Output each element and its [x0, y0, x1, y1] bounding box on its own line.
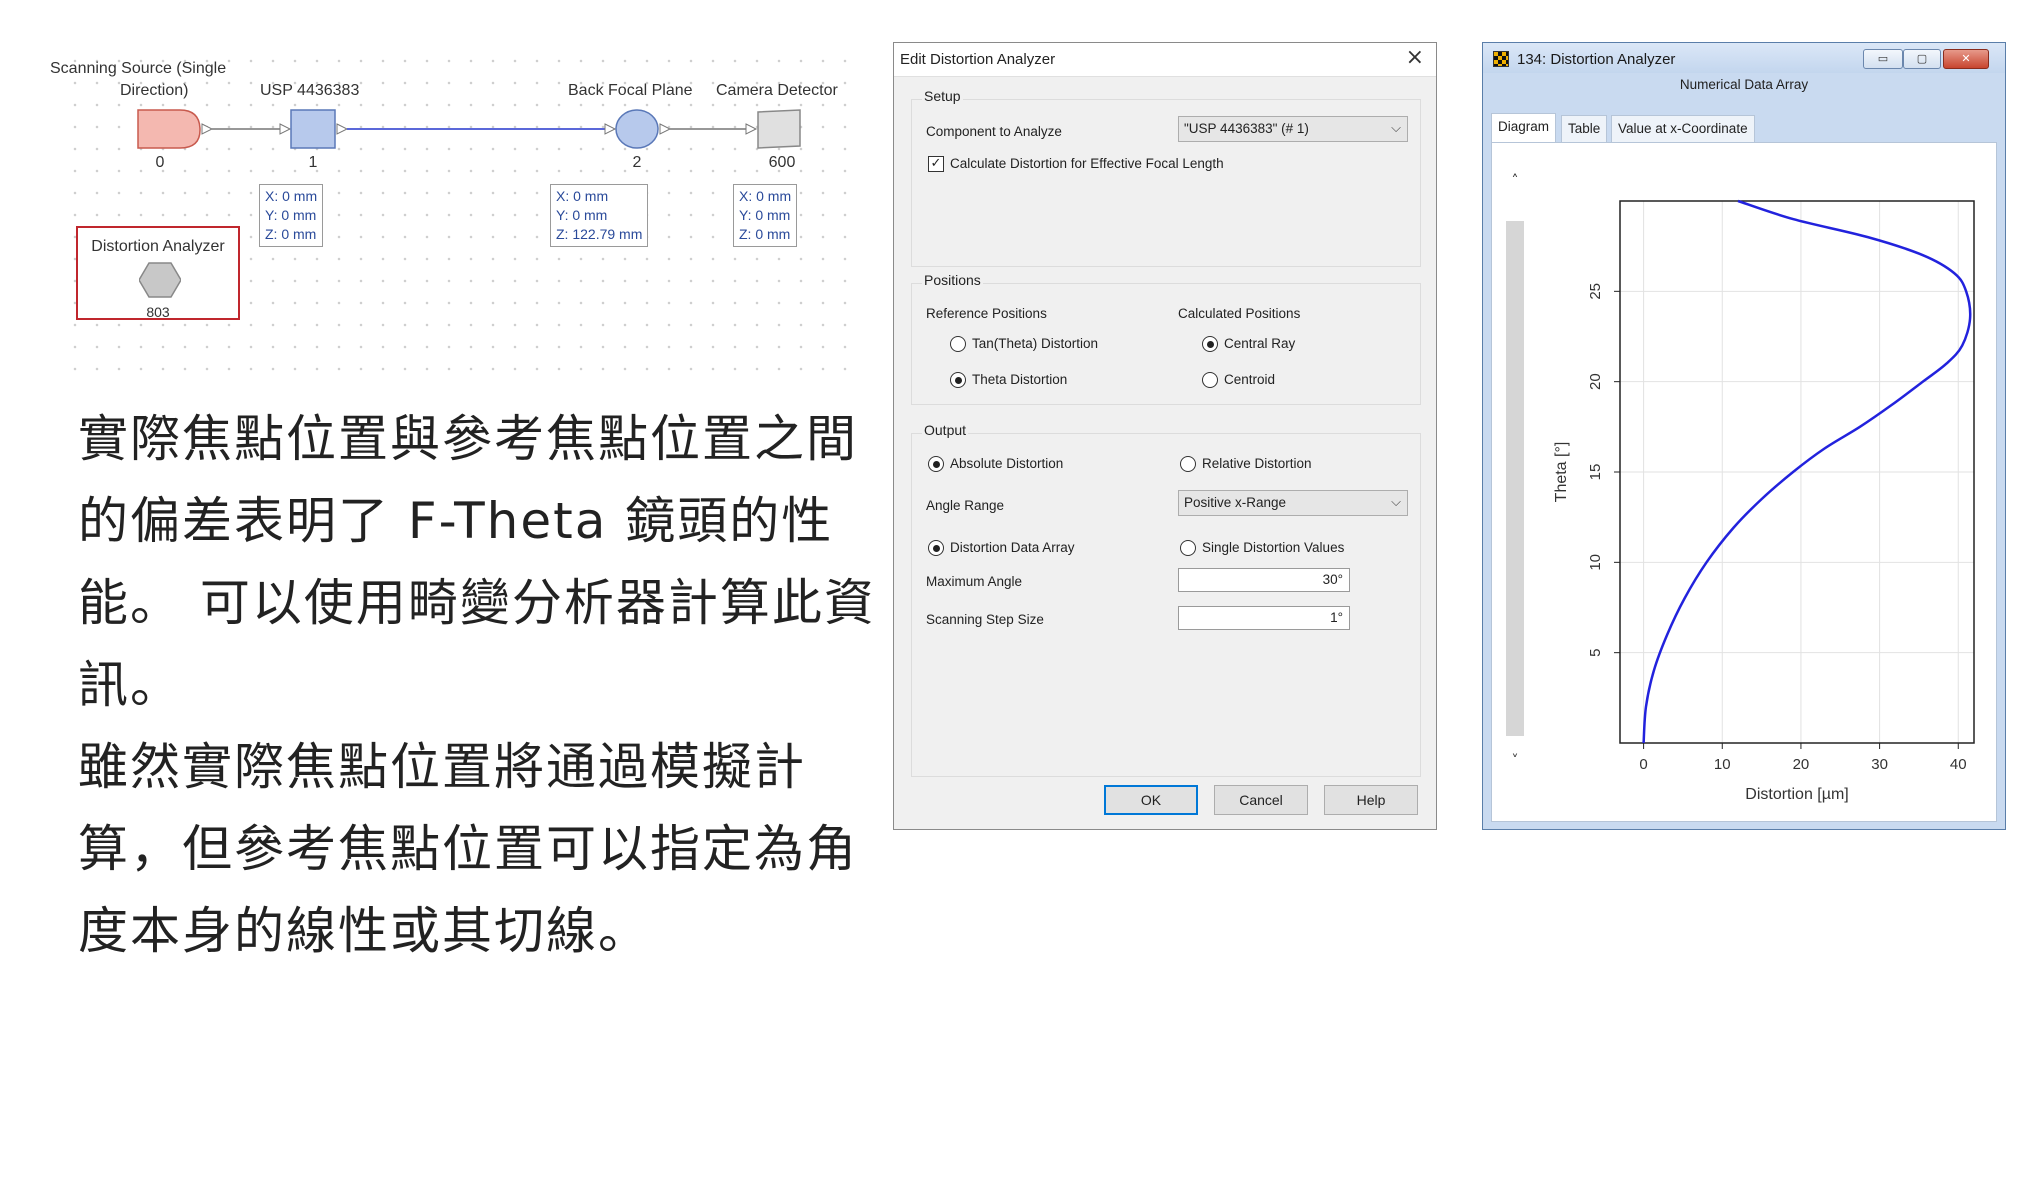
calc-focal-checkbox[interactable]: ✓ [928, 156, 944, 172]
y-tick-label: 25 [1587, 283, 1604, 300]
component-label: Component to Analyze [926, 124, 1062, 139]
minimize-button[interactable]: ▭ [1863, 49, 1903, 69]
angle-range-select[interactable]: Positive x-Range ⌵ [1178, 490, 1408, 516]
relative-distortion-label: Relative Distortion [1202, 456, 1312, 471]
scroll-up-icon[interactable]: ˄ [1504, 173, 1526, 189]
distortion-analyzer-node[interactable]: Distortion Analyzer 803 [76, 226, 240, 320]
edit-distortion-analyzer-dialog: Edit Distortion Analyzer × Setup Compone… [893, 42, 1437, 830]
x-tick-label: 10 [1714, 756, 1731, 773]
ok-button[interactable]: OK [1104, 785, 1198, 815]
help-button[interactable]: Help [1324, 785, 1418, 815]
lens-coordinates: X: 0 mm Y: 0 mm Z: 0 mm [259, 184, 324, 247]
tab-table[interactable]: Table [1561, 115, 1608, 143]
calculated-positions-label: Calculated Positions [1178, 306, 1301, 321]
tan-theta-label: Tan(Theta) Distortion [972, 336, 1099, 351]
analyzer-index: 803 [146, 304, 170, 320]
paragraph-1: 實際焦點位置與參考焦點位置之間的偏差表明了 F-Theta 鏡頭的性能。 可以使… [78, 410, 876, 714]
tan-theta-radio[interactable] [950, 336, 966, 352]
focal-plane-index: 2 [632, 154, 642, 171]
maximize-button[interactable]: ▢ [1903, 49, 1941, 69]
window-title: 134: Distortion Analyzer [1517, 51, 1676, 68]
dialog-title: Edit Distortion Analyzer [900, 51, 1056, 68]
source-icon[interactable] [137, 109, 201, 149]
analyzer-icon [139, 262, 181, 298]
source-index: 0 [155, 154, 165, 171]
tab-value-at-x[interactable]: Value at x-Coordinate [1611, 115, 1755, 143]
focal-plane-coordinates: X: 0 mm Y: 0 mm Z: 122.79 mm [550, 184, 649, 247]
max-angle-input[interactable]: 30° [1178, 568, 1350, 592]
detector-coordinates: X: 0 mm Y: 0 mm Z: 0 mm [733, 184, 798, 247]
window-titlebar: 134: Distortion Analyzer ▭ ▢ ✕ [1483, 43, 2005, 73]
x-tick-label: 20 [1793, 756, 1810, 773]
distortion-analyzer-window: 134: Distortion Analyzer ▭ ▢ ✕ Numerical… [1482, 42, 2006, 830]
cancel-button[interactable]: Cancel [1214, 785, 1308, 815]
setup-label: Setup [922, 88, 963, 104]
data-array-label: Distortion Data Array [950, 540, 1075, 555]
lens-icon[interactable] [290, 109, 336, 149]
absolute-distortion-radio[interactable] [928, 456, 944, 472]
distortion-chart: 0 10 20 30 40 5 10 15 20 25 Distortion [µm] Theta [… [1553, 199, 1975, 803]
y-tick-label: 15 [1587, 464, 1604, 481]
dialog-titlebar: Edit Distortion Analyzer × [894, 43, 1436, 77]
window-close-button[interactable]: ✕ [1943, 49, 1989, 69]
y-tick-label: 10 [1587, 554, 1604, 571]
focal-plane-icon[interactable] [615, 109, 659, 149]
scrollbar-thumb[interactable] [1506, 221, 1524, 736]
chevron-down-icon: ⌵ [1391, 120, 1401, 135]
app-icon [1493, 51, 1509, 67]
x-tick-label: 0 [1639, 756, 1647, 773]
close-icon[interactable]: × [1406, 45, 1424, 70]
chevron-down-icon: ⌵ [1391, 494, 1401, 509]
central-ray-radio[interactable] [1202, 336, 1218, 352]
scroll-down-icon[interactable]: ˅ [1504, 753, 1526, 769]
absolute-distortion-label: Absolute Distortion [950, 456, 1064, 471]
view-tabs: Diagram Table Value at x-Coordinate [1491, 113, 1997, 143]
y-axis-label: Theta [°] [1553, 442, 1570, 503]
data-array-radio[interactable] [928, 540, 944, 556]
tab-diagram[interactable]: Diagram [1491, 113, 1557, 143]
component-chain [137, 109, 801, 149]
x-tick-label: 30 [1871, 756, 1888, 773]
single-values-label: Single Distortion Values [1202, 540, 1345, 555]
window-subtitle: Numerical Data Array [1679, 77, 1809, 92]
step-size-input[interactable]: 1° [1178, 606, 1350, 630]
single-values-radio[interactable] [1180, 540, 1196, 556]
description-text: 實際焦點位置與參考焦點位置之間的偏差表明了 F-Theta 鏡頭的性能。 可以使… [78, 398, 888, 972]
y-tick-label: 5 [1587, 648, 1604, 656]
diagram-panel: ˄ ˅ 0 10 20 30 40 5 10 15 20 25 Distortion [µm] The… [1491, 142, 1997, 822]
vertical-scrollbar[interactable]: ˄ ˅ [1504, 163, 1526, 783]
x-tick-label: 40 [1950, 756, 1967, 773]
calc-focal-label: Calculate Distortion for Effective Focal… [950, 156, 1224, 171]
y-tick-label: 20 [1587, 373, 1604, 390]
setup-group: Setup Component to Analyze "USP 4436383"… [911, 88, 1421, 267]
analyzer-label: Distortion Analyzer [91, 238, 225, 255]
lens-index: 1 [308, 154, 318, 171]
component-select[interactable]: "USP 4436383" (# 1) ⌵ [1178, 116, 1408, 142]
output-label: Output [922, 422, 969, 438]
central-ray-label: Central Ray [1224, 336, 1296, 351]
output-group: Output Absolute Distortion Relative Dist… [911, 422, 1421, 777]
x-axis-label: Distortion [µm] [1745, 786, 1848, 803]
paragraph-2: 雖然實際焦點位置將通過模擬計算，但參考焦點位置可以指定為角度本身的線性或其切線。 [78, 738, 858, 960]
step-size-label: Scanning Step Size [926, 612, 1044, 627]
system-diagram: Scanning Source (Single Direction) USP 4… [50, 44, 850, 374]
centroid-radio[interactable] [1202, 372, 1218, 388]
detector-icon[interactable] [757, 109, 801, 149]
detector-index: 600 [768, 154, 796, 171]
theta-radio[interactable] [950, 372, 966, 388]
theta-label: Theta Distortion [972, 372, 1068, 387]
centroid-label: Centroid [1224, 372, 1276, 387]
max-angle-label: Maximum Angle [926, 574, 1023, 589]
positions-label: Positions [922, 272, 983, 288]
positions-group: Positions Reference Positions Calculated… [911, 272, 1421, 405]
reference-positions-label: Reference Positions [926, 306, 1047, 321]
relative-distortion-radio[interactable] [1180, 456, 1196, 472]
angle-range-label: Angle Range [926, 498, 1005, 513]
